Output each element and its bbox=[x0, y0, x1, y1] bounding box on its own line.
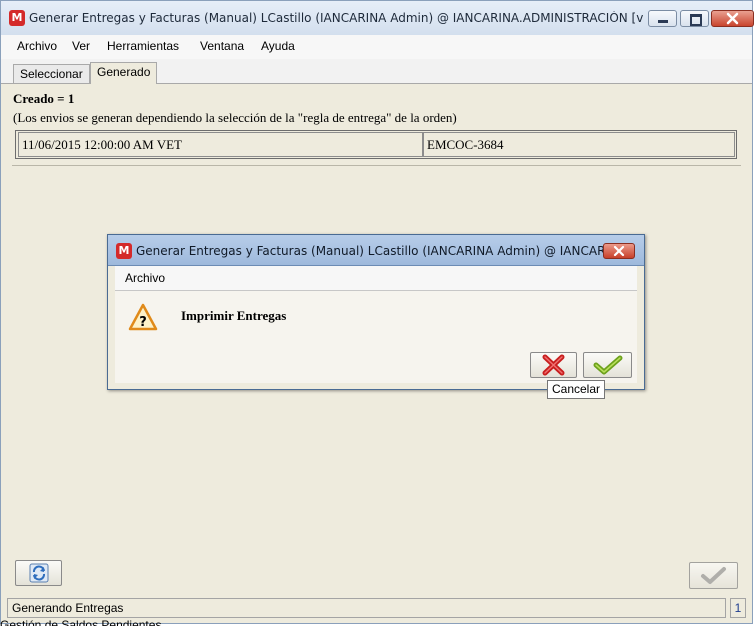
menu-bar: Archivo Ver Herramientas Ventana Ayuda bbox=[1, 35, 752, 59]
dialog-menu-archivo[interactable]: Archivo bbox=[125, 271, 165, 285]
maximize-button[interactable] bbox=[680, 10, 709, 27]
red-x-icon bbox=[542, 354, 565, 376]
title-bar[interactable]: M Generar Entregas y Facturas (Manual) L… bbox=[1, 1, 754, 36]
svg-text:?: ? bbox=[139, 315, 147, 330]
cancel-tooltip: Cancelar bbox=[547, 380, 605, 399]
ok-button-disabled[interactable] bbox=[689, 562, 738, 589]
dialog-body: ? Imprimir Entregas bbox=[115, 291, 637, 383]
ok-button[interactable] bbox=[583, 352, 632, 378]
dialog-title-bar[interactable]: M Generar Entregas y Facturas (Manual) L… bbox=[108, 235, 644, 266]
content-divider bbox=[12, 165, 741, 166]
dialog-menu-bar: Archivo bbox=[115, 266, 637, 291]
checkmark-icon bbox=[701, 567, 726, 584]
created-count-label: Creado = 1 bbox=[13, 91, 75, 106]
minimize-icon bbox=[658, 20, 668, 23]
status-bar: Generando Entregas bbox=[7, 598, 726, 618]
background-window-text: Gestión de Saldos Pendientes bbox=[0, 618, 162, 626]
table-cell-date: 11/06/2015 12:00:00 AM VET bbox=[18, 132, 423, 157]
cancel-button[interactable] bbox=[530, 352, 577, 378]
dialog-close-button[interactable] bbox=[603, 243, 635, 259]
dialog-message: Imprimir Entregas bbox=[181, 308, 287, 323]
close-button[interactable] bbox=[711, 10, 754, 27]
menu-ver[interactable]: Ver bbox=[72, 39, 90, 53]
dialog-title: Generar Entregas y Facturas (Manual) LCa… bbox=[136, 244, 606, 258]
dialog-app-logo-icon: M bbox=[116, 243, 132, 259]
menu-ayuda[interactable]: Ayuda bbox=[261, 39, 295, 53]
result-table: 11/06/2015 12:00:00 AM VET EMCOC-3684 bbox=[15, 130, 737, 159]
close-icon bbox=[726, 12, 739, 25]
status-count[interactable]: 1 bbox=[730, 598, 746, 618]
maximize-icon bbox=[690, 14, 702, 26]
window-title: Generar Entregas y Facturas (Manual) LCa… bbox=[29, 11, 644, 25]
tab-generado[interactable]: Generado bbox=[90, 62, 158, 84]
tab-strip: Seleccionar Generado bbox=[1, 59, 752, 84]
shipment-note: (Los envios se generan dependiendo la se… bbox=[13, 110, 457, 125]
print-dialog: M Generar Entregas y Facturas (Manual) L… bbox=[107, 234, 645, 390]
minimize-button[interactable] bbox=[648, 10, 677, 27]
refresh-icon bbox=[29, 563, 49, 583]
menu-ventana[interactable]: Ventana bbox=[200, 39, 244, 53]
tab-seleccionar[interactable]: Seleccionar bbox=[13, 64, 90, 83]
close-icon bbox=[613, 245, 625, 257]
menu-archivo[interactable]: Archivo bbox=[17, 39, 57, 53]
table-cell-document: EMCOC-3684 bbox=[423, 132, 735, 157]
app-logo-icon: M bbox=[9, 10, 25, 26]
green-checkmark-icon bbox=[593, 355, 623, 375]
menu-herramientas[interactable]: Herramientas bbox=[107, 39, 179, 53]
refresh-button[interactable] bbox=[15, 560, 62, 586]
warning-icon: ? bbox=[128, 303, 158, 331]
